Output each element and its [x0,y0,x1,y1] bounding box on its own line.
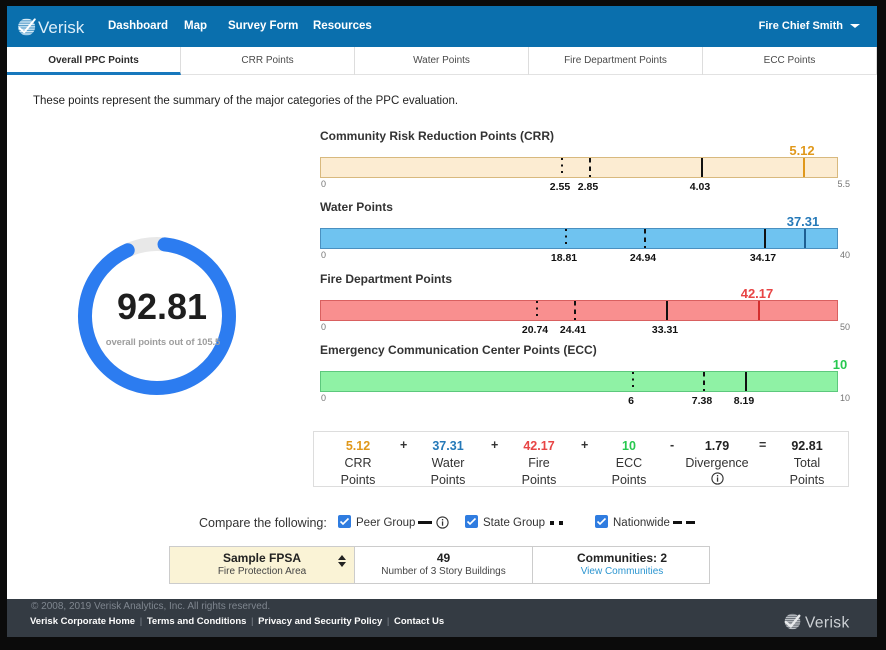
svg-text:Verisk: Verisk [38,18,85,37]
svg-text:Verisk: Verisk [805,615,850,632]
